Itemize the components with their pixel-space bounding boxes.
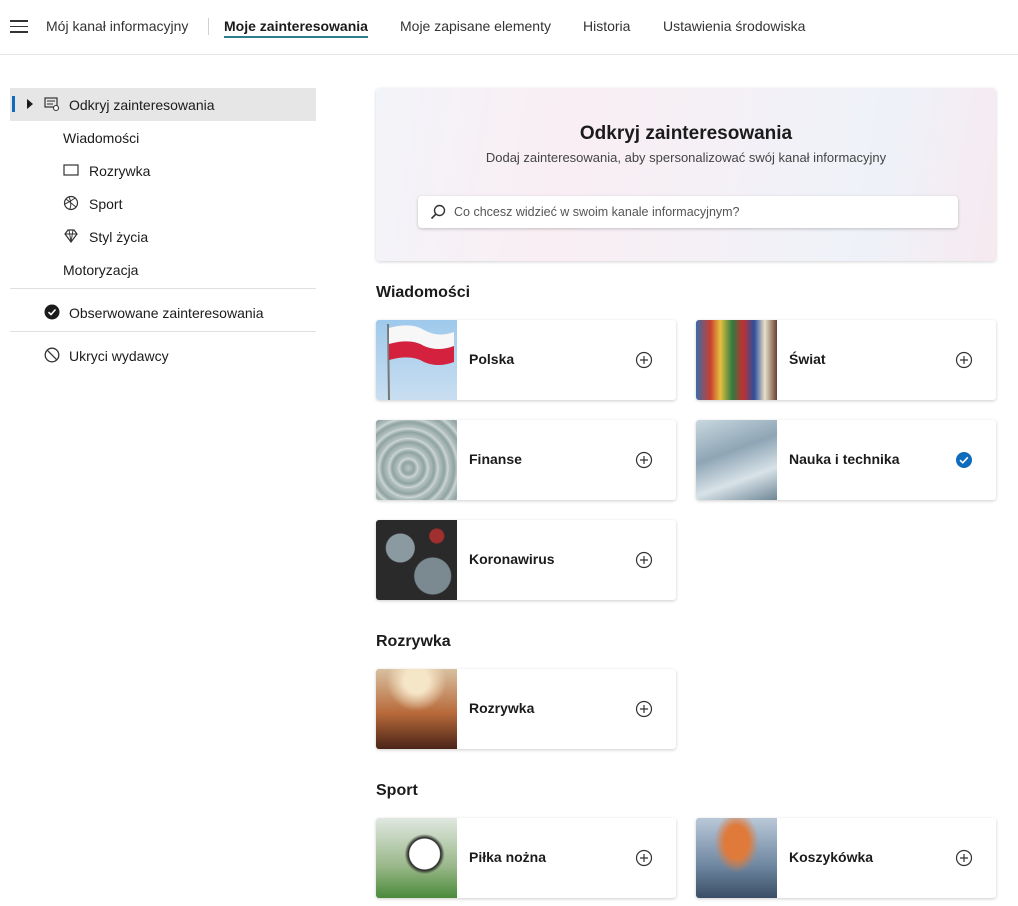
sidebar-item-label: Rozrywka — [89, 163, 151, 179]
selected-indicator — [12, 96, 15, 112]
tab-saved-items[interactable]: Moje zapisane elementy — [400, 18, 551, 34]
card-thumbnail — [696, 420, 777, 500]
discover-hero-card: Odkryj zainteresowania Dodaj zainteresow… — [376, 88, 996, 261]
add-icon[interactable] — [635, 700, 653, 718]
add-icon[interactable] — [635, 351, 653, 369]
interest-card-polska[interactable]: Polska — [376, 320, 676, 400]
hero-title: Odkryj zainteresowania — [579, 123, 793, 144]
sidebar-item-sport[interactable]: Sport — [10, 187, 316, 220]
sidebar-item-label: Styl życia — [89, 229, 149, 245]
caret-right-icon[interactable] — [27, 99, 33, 109]
card-label: Koszykówka — [789, 849, 874, 865]
search-icon — [430, 204, 446, 220]
card-label: Finanse — [469, 451, 522, 467]
card-thumbnail — [696, 320, 777, 400]
sidebar-divider — [10, 288, 316, 289]
sidebar-item-label: Wiadomości — [63, 130, 140, 146]
tab-my-interests-label: Moje zainteresowania — [224, 18, 368, 34]
interest-card-koszykowka[interactable]: Koszykówka — [696, 818, 996, 898]
card-thumbnail — [376, 818, 457, 898]
add-icon[interactable] — [955, 849, 973, 867]
sidebar-item-label: Sport — [89, 196, 123, 212]
sidebar-item-label: Motoryzacja — [63, 262, 139, 278]
sidebar-item-label: Odkryj zainteresowania — [69, 97, 215, 113]
sidebar-item-followed[interactable]: Obserwowane zainteresowania — [10, 296, 316, 329]
card-label: Świat — [789, 351, 826, 367]
tab-history[interactable]: Historia — [583, 18, 630, 34]
card-label: Piłka nożna — [469, 849, 547, 865]
search-input[interactable] — [454, 196, 949, 228]
sidebar-item-label: Ukryci wydawcy — [69, 348, 169, 364]
card-thumbnail — [376, 420, 457, 500]
tab-my-feed[interactable]: Mój kanał informacyjny — [46, 18, 188, 34]
interest-card-koronawirus[interactable]: Koronawirus — [376, 520, 676, 600]
ball-icon — [63, 195, 79, 211]
card-label: Rozrywka — [469, 700, 535, 716]
add-icon[interactable] — [635, 451, 653, 469]
add-icon[interactable] — [635, 551, 653, 569]
hamburger-menu-icon[interactable] — [10, 20, 28, 34]
interest-card-swiat[interactable]: Świat — [696, 320, 996, 400]
top-navigation: Mój kanał informacyjny Moje zainteresowa… — [0, 0, 1018, 55]
sidebar: Odkryj zainteresowania Wiadomości Rozryw… — [10, 88, 316, 372]
sidebar-item-discover[interactable]: Odkryj zainteresowania — [10, 88, 316, 121]
check-circle-icon — [44, 304, 60, 320]
card-thumbnail — [696, 818, 777, 898]
add-icon[interactable] — [635, 849, 653, 867]
card-thumbnail — [376, 669, 457, 749]
block-icon — [44, 347, 60, 363]
tab-my-interests[interactable]: Moje zainteresowania — [224, 18, 368, 38]
interest-card-finanse[interactable]: Finanse — [376, 420, 676, 500]
card-label: Koronawirus — [469, 551, 555, 567]
sidebar-item-label: Obserwowane zainteresowania — [69, 305, 264, 321]
sidebar-item-news[interactable]: Wiadomości — [10, 121, 316, 154]
sidebar-item-lifestyle[interactable]: Styl życia — [10, 220, 316, 253]
interest-card-pilka-nozna[interactable]: Piłka nożna — [376, 818, 676, 898]
section-title-sport: Sport — [376, 782, 418, 799]
sidebar-item-hidden-publishers[interactable]: Ukryci wydawcy — [10, 339, 316, 372]
active-tab-underline — [224, 36, 368, 38]
card-thumbnail — [376, 520, 457, 600]
sidebar-item-entertainment[interactable]: Rozrywka — [10, 154, 316, 187]
sidebar-divider — [10, 331, 316, 332]
diamond-icon — [64, 229, 78, 243]
tv-icon — [63, 164, 79, 176]
card-thumbnail — [376, 320, 457, 400]
section-title-entertainment: Rozrywka — [376, 633, 451, 650]
flag-image-icon — [387, 323, 454, 400]
followed-check-icon[interactable] — [955, 451, 973, 469]
discover-icon — [44, 97, 60, 112]
tab-settings[interactable]: Ustawienia środowiska — [663, 18, 805, 34]
search-box — [418, 196, 958, 228]
interest-card-nauka-i-technika[interactable]: Nauka i technika — [696, 420, 996, 500]
card-label: Polska — [469, 351, 515, 367]
card-label: Nauka i technika — [789, 451, 900, 467]
hero-subtitle: Dodaj zainteresowania, aby spersonalizow… — [485, 150, 887, 165]
sidebar-item-automotive[interactable]: Motoryzacja — [10, 253, 316, 286]
add-icon[interactable] — [955, 351, 973, 369]
nav-divider — [208, 18, 209, 35]
interest-card-rozrywka[interactable]: Rozrywka — [376, 669, 676, 749]
section-title-news: Wiadomości — [376, 284, 471, 301]
